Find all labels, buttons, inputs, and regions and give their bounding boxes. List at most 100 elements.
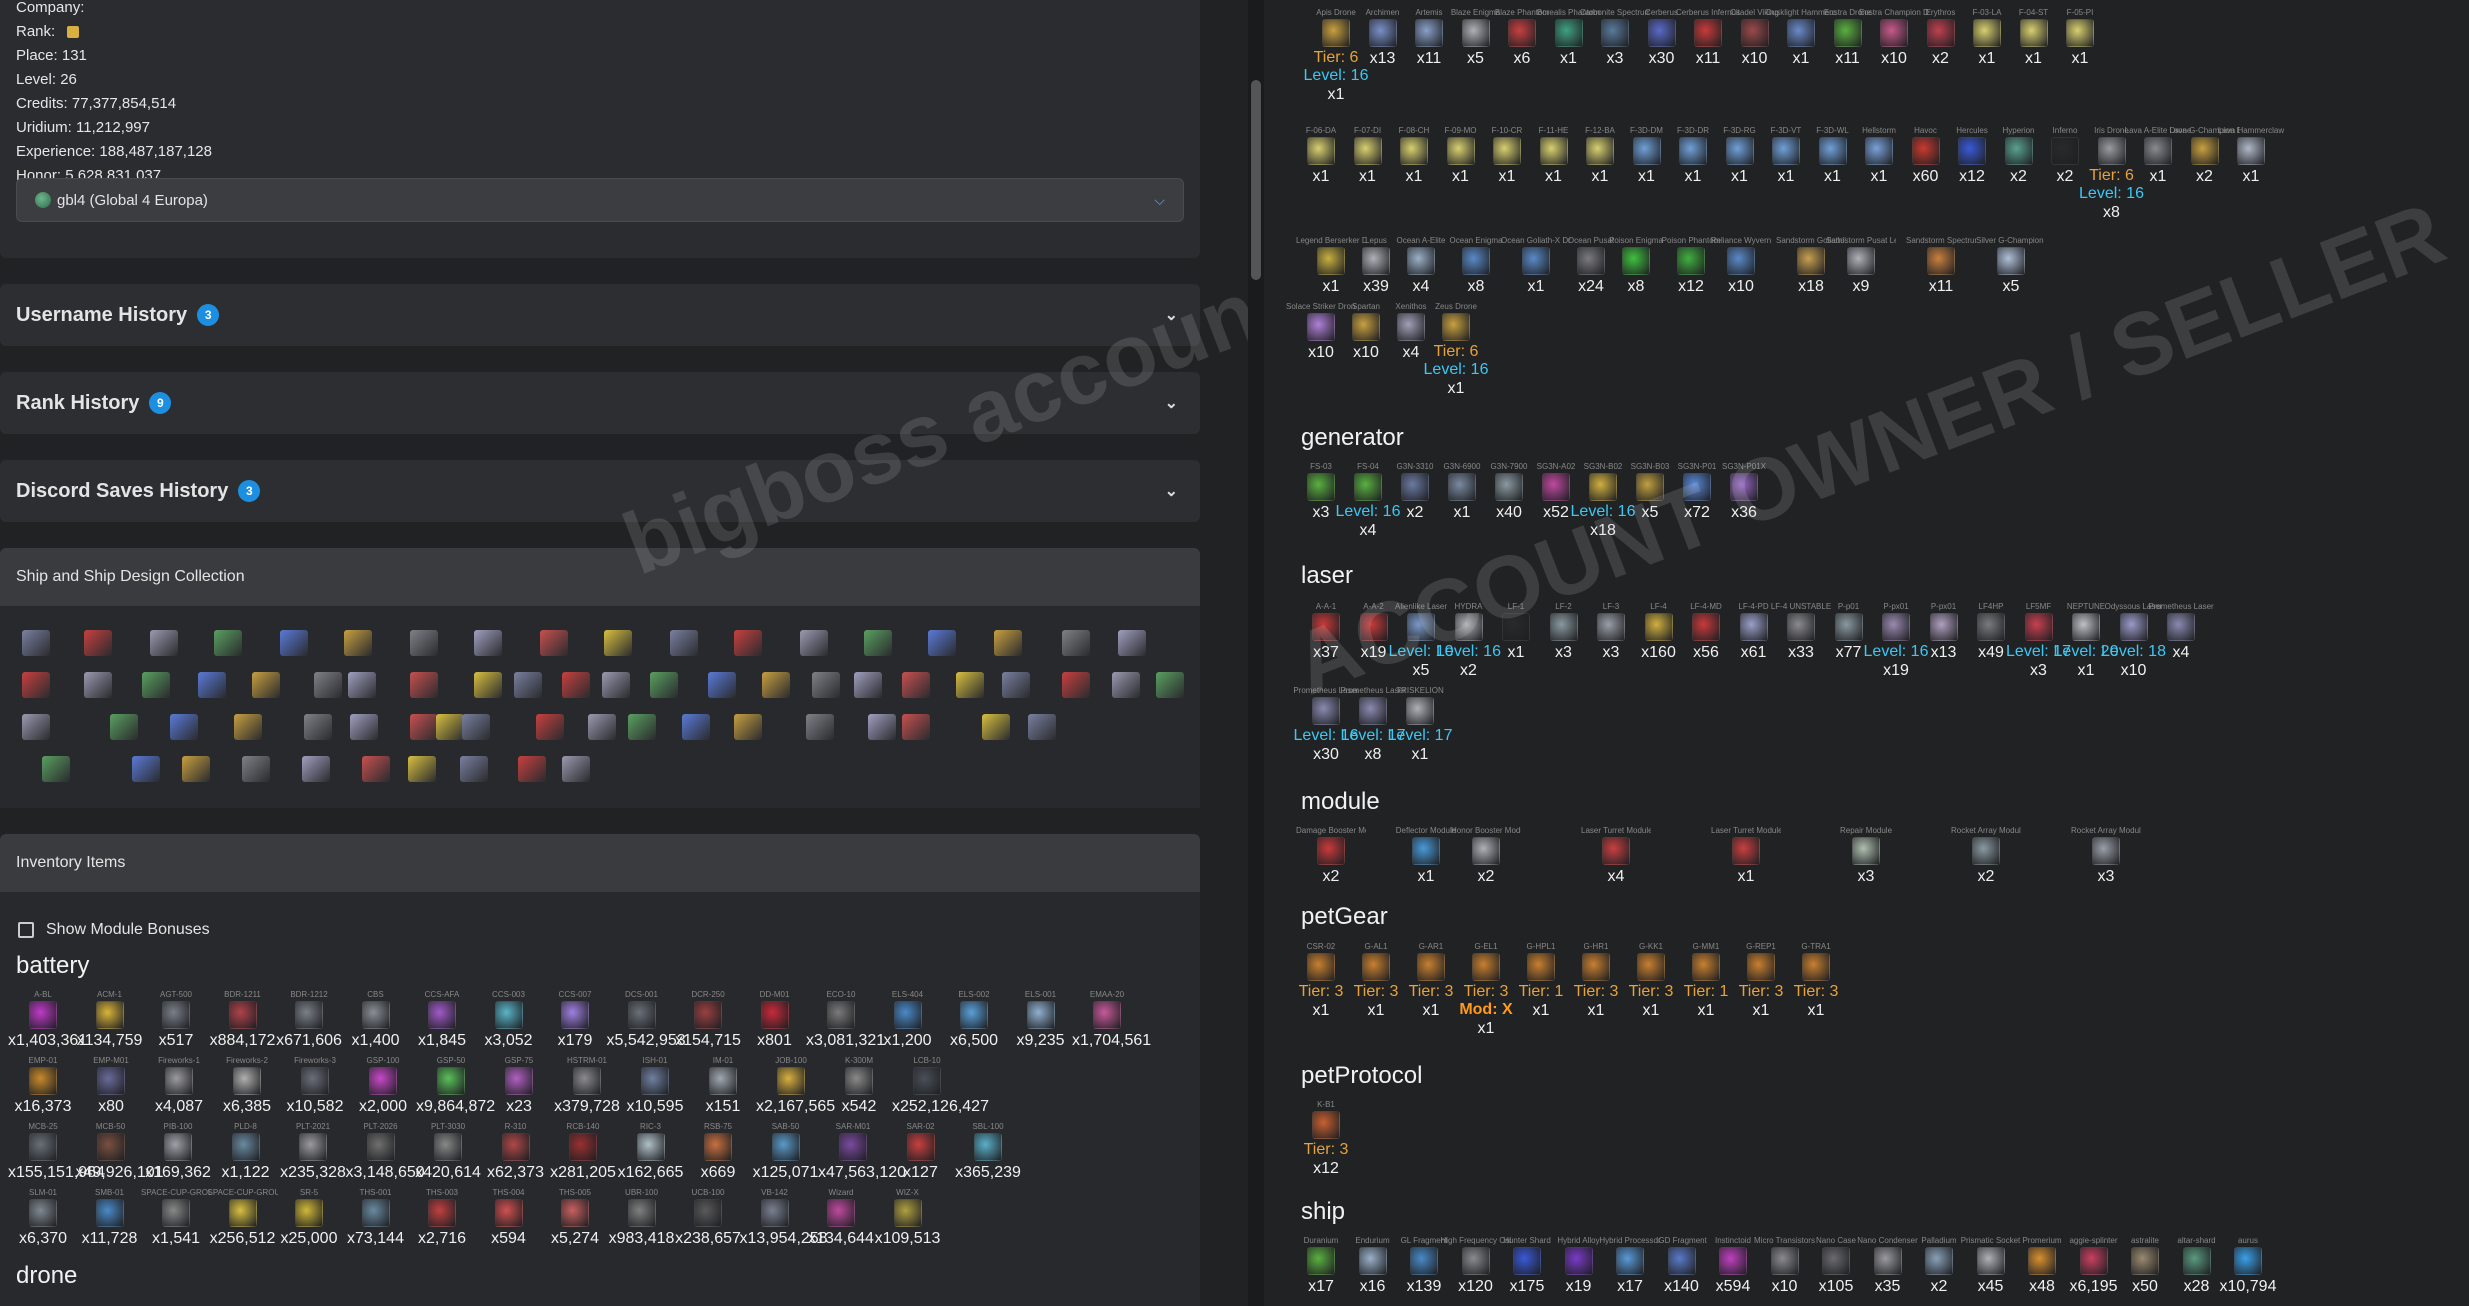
item-name: RIC-3: [640, 1122, 661, 1131]
count-badge: 9: [149, 392, 172, 414]
item-icon: [1093, 1001, 1121, 1029]
item-name: MCB-50: [95, 1122, 126, 1131]
item-level: Level: 16: [2079, 185, 2144, 202]
inventory-item: ELS-001 x9,235: [1006, 990, 1076, 1051]
item-icon: [1442, 313, 1470, 341]
rank-history-toggle[interactable]: Rank History 9 ⌄: [0, 372, 1200, 434]
category-generator: generator: [1301, 424, 1404, 451]
ship-design-icon: [110, 714, 138, 740]
ship-design-icon: [344, 630, 372, 656]
item-icon: [2079, 1247, 2108, 1275]
ship-design-icon: [734, 714, 762, 740]
item-icon: [434, 1133, 462, 1161]
left-scrollbar[interactable]: [1248, 0, 1264, 1306]
item-icon: [299, 1133, 327, 1161]
item-icon: [1312, 613, 1340, 641]
show-module-bonuses-checkbox[interactable]: [18, 922, 34, 938]
ship-design-icon: [708, 672, 736, 698]
item-name: Reliance Wyvern: [1710, 236, 1772, 245]
item-count: x6,385: [222, 1098, 272, 1115]
item-icon: [845, 1067, 873, 1095]
item-count: x238,657: [675, 1230, 741, 1247]
inventory-item: RCB-140 x281,205: [548, 1122, 618, 1183]
item-icon: [428, 1001, 456, 1029]
item-name: aurus: [2237, 1236, 2258, 1245]
inventory-item: RSB-75 x669: [683, 1122, 753, 1183]
item-count: x10: [1728, 278, 1754, 295]
item-count: x1: [1807, 1002, 1825, 1019]
discord-saves-history-toggle[interactable]: Discord Saves History 3 ⌄: [0, 460, 1200, 522]
item-icon: [827, 1001, 855, 1029]
item-name: GSP-50: [436, 1056, 466, 1065]
item-name: CCS-AFA: [424, 990, 460, 999]
item-icon: [709, 1067, 737, 1095]
item-icon: [1508, 19, 1536, 47]
ship-design-icon: [670, 630, 698, 656]
item-icon: [2092, 837, 2120, 865]
server-select[interactable]: gbl4 (Global 4 Europa) ⌵: [16, 178, 1184, 222]
item-icon: [1616, 1247, 1644, 1275]
ship-design-icon: [214, 630, 242, 656]
inventory-item: SBL-100 x365,239: [953, 1122, 1023, 1183]
item-count: x1,122: [221, 1164, 270, 1181]
company-label: Company:: [16, 0, 85, 16]
item-icon: [1677, 247, 1705, 275]
item-icon: [1322, 19, 1350, 47]
inventory-item: IM-01 x151: [688, 1056, 758, 1117]
item-icon: [1834, 613, 1863, 641]
item-name: Lava Hammerclaw: [2217, 126, 2285, 135]
inventory-item: A-BL x1,403,361: [8, 990, 87, 1051]
inventory-item: Honor Booster Module x2: [1451, 826, 1521, 887]
item-icon: [1740, 19, 1769, 47]
ships-section-header: Ship and Ship Design Collection: [0, 548, 1200, 606]
inventory-item: RIC-3 x162,665: [616, 1122, 686, 1183]
item-name: SR-5: [299, 1188, 319, 1197]
item-name: SLM-01: [28, 1188, 57, 1197]
item-icon: [1312, 1111, 1340, 1139]
item-icon: [2024, 613, 2053, 641]
item-icon: [29, 1199, 57, 1227]
ship-design-icon: [994, 630, 1022, 656]
item-name: RSB-75: [703, 1122, 732, 1131]
item-icon: [295, 1001, 323, 1029]
username-history-toggle[interactable]: Username History 3 ⌄: [0, 284, 1200, 346]
item-icon: [1307, 953, 1335, 981]
item-count: x47,563,120: [818, 1164, 907, 1181]
ship-design-icon: [902, 714, 930, 740]
item-icon: [694, 1001, 722, 1029]
scrollbar-thumb[interactable]: [1251, 80, 1261, 280]
item-count: x49,926,101: [75, 1164, 164, 1181]
item-icon: [97, 1067, 125, 1095]
ship-design-icon: [762, 672, 790, 698]
item-name: Sandstorm Pusat Legend Drone: [1826, 236, 1896, 245]
app-root: Company: Rank: Place: 131 Level: 26 Cred…: [0, 0, 2469, 1306]
item-icon: [165, 1067, 193, 1095]
item-icon: [1564, 1247, 1593, 1275]
item-count: x1,845: [417, 1032, 467, 1049]
item-count: x10,582: [286, 1098, 344, 1115]
inventory-item: MCB-50 x49,926,101: [75, 1122, 164, 1183]
item-icon: [1454, 613, 1483, 641]
ship-design-icon: [1062, 630, 1090, 656]
ship-design-icon: [812, 672, 840, 698]
item-icon: [1493, 137, 1521, 165]
item-icon: [906, 1133, 935, 1161]
item-icon: [501, 1133, 530, 1161]
item-icon: [494, 1199, 523, 1227]
ship-design-icon: [410, 630, 438, 656]
item-icon: [1415, 19, 1443, 47]
inventory-item: BDR-1211 x884,172: [208, 990, 278, 1051]
item-icon: [1495, 473, 1523, 501]
item-icon: [1601, 19, 1629, 47]
item-icon: [1410, 1247, 1438, 1275]
ship-design-icon: [410, 714, 438, 740]
item-name: RCB-140: [566, 1122, 600, 1131]
item-name: Honor Booster Module: [1451, 826, 1521, 835]
item-icon: [1865, 137, 1893, 165]
item-name: SBL-100: [972, 1122, 1004, 1131]
item-tier: Tier: 3: [1303, 1141, 1349, 1158]
item-icon: [1976, 1247, 2005, 1275]
item-icon: [505, 1067, 533, 1095]
item-count: x801: [757, 1032, 792, 1049]
item-icon: [1972, 837, 2000, 865]
